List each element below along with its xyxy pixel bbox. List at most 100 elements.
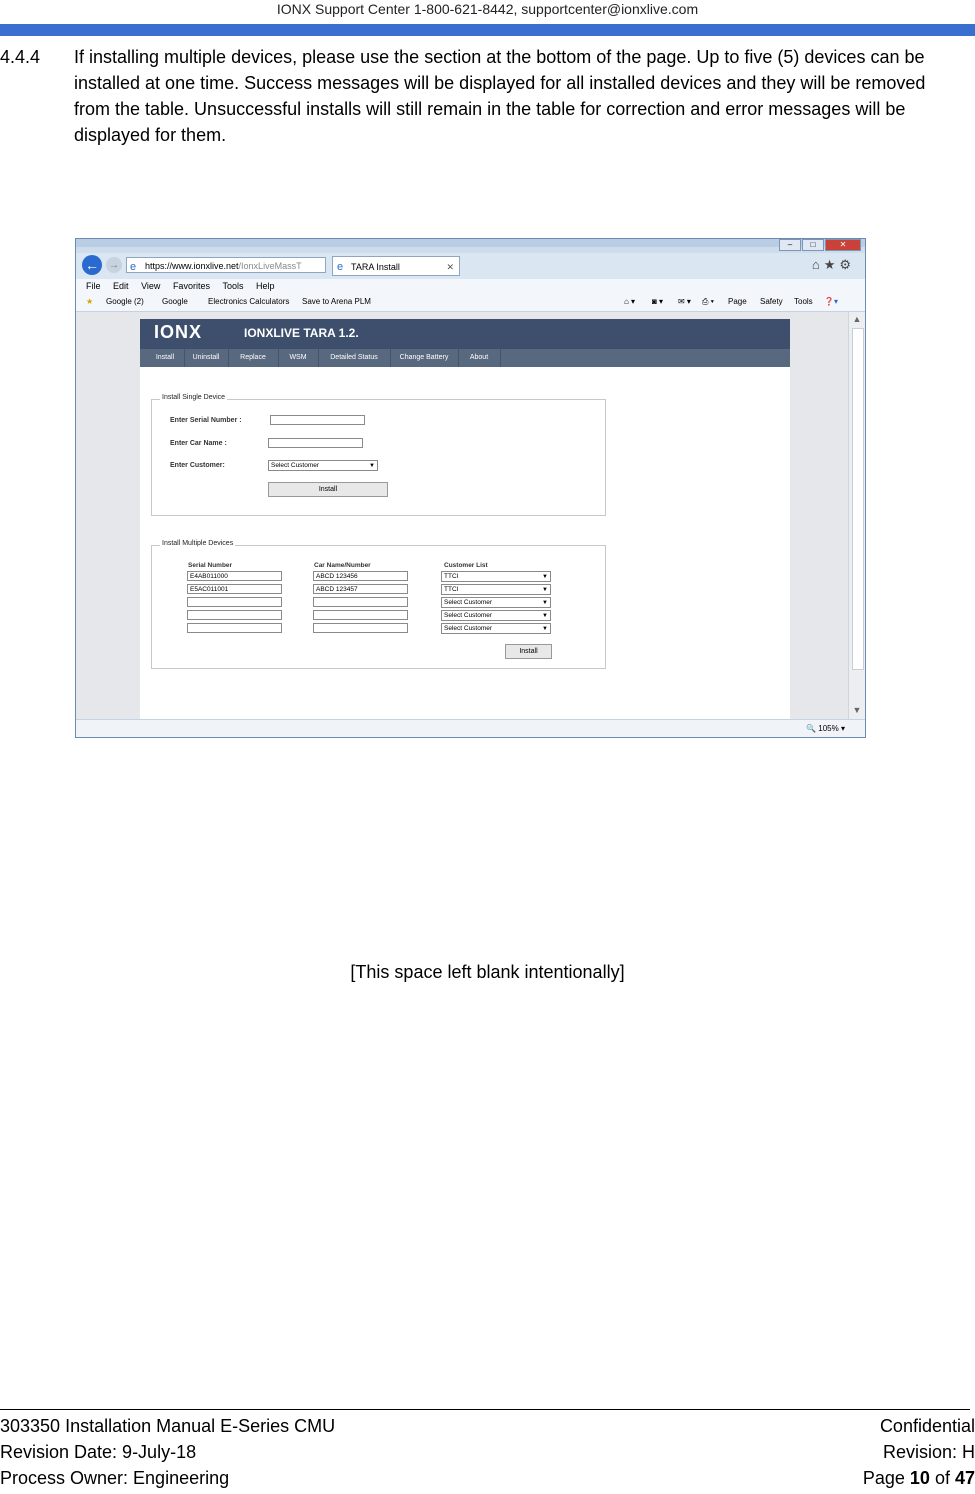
star-icon[interactable]: ★: [824, 257, 840, 272]
help-icon[interactable]: ❓▾: [824, 293, 838, 311]
multi-car-input[interactable]: ABCD 123456: [313, 571, 408, 581]
safety-menu[interactable]: Safety: [760, 293, 783, 311]
ie-icon: e: [130, 261, 137, 273]
chevron-down-icon: ▼: [369, 463, 375, 469]
multi-serial-input[interactable]: E5AC011001: [187, 584, 282, 594]
window-titlebar: [76, 239, 865, 247]
mail-icon[interactable]: ✉ ▾: [678, 293, 691, 311]
scroll-thumb[interactable]: [852, 328, 864, 670]
install-multiple-button[interactable]: Install: [505, 644, 552, 659]
fav-google-2[interactable]: Google (2): [106, 293, 144, 311]
vertical-scrollbar[interactable]: ▲ ▼: [848, 312, 865, 719]
toolbar-icons: ⌂★⚙: [812, 257, 855, 273]
multi-serial-input[interactable]: [187, 623, 282, 633]
col-serial-number: Serial Number: [188, 562, 233, 569]
car-label: Enter Car Name :: [170, 440, 227, 447]
zoom-value: 105%: [818, 724, 839, 733]
app-tabs: Install Uninstall Replace WSM Detailed S…: [140, 349, 790, 367]
customer-select-value: Select Customer: [444, 599, 493, 606]
serial-input[interactable]: [270, 415, 365, 425]
footer-doc-title: 303350 Installation Manual E-Series CMU: [0, 1416, 336, 1436]
tools-menu[interactable]: Tools: [794, 293, 813, 311]
install-single-button[interactable]: Install: [268, 482, 388, 497]
scroll-down-icon[interactable]: ▼: [851, 705, 863, 717]
close-icon[interactable]: ✕: [825, 239, 861, 251]
customer-select-value: Select Customer: [444, 612, 493, 619]
serial-label: Enter Serial Number :: [170, 417, 242, 424]
feeds-icon[interactable]: ◙ ▾: [652, 293, 663, 311]
footer-page-number: Page 10 of 47: [863, 1465, 975, 1491]
tab-about[interactable]: About: [458, 349, 501, 367]
footer-rule: [0, 1409, 970, 1410]
customer-select-value: TTCI: [444, 573, 459, 580]
menu-tools[interactable]: Tools: [222, 281, 243, 291]
menu-favorites[interactable]: Favorites: [173, 281, 210, 291]
tab-install[interactable]: Install: [146, 349, 185, 367]
zoom-level[interactable]: 🔍 105% ▾: [806, 720, 845, 737]
url-path: /IonxLiveMassT: [238, 261, 302, 271]
page-menu[interactable]: Page: [728, 293, 747, 311]
home-icon[interactable]: ⌂: [812, 257, 824, 272]
multiple-devices-legend: Install Multiple Devices: [160, 540, 236, 547]
multi-serial-input[interactable]: [187, 610, 282, 620]
footer-revision: Revision: H: [882, 1442, 975, 1462]
ie-icon: e: [337, 261, 344, 273]
multi-car-input[interactable]: [313, 610, 408, 620]
menu-help[interactable]: Help: [256, 281, 275, 291]
back-arrow-icon[interactable]: ←: [82, 255, 102, 275]
menu-view[interactable]: View: [141, 281, 160, 291]
menu-file[interactable]: File: [86, 281, 101, 291]
header-rule: [0, 24, 975, 36]
fav-electronics-calculators[interactable]: Electronics Calculators: [208, 293, 289, 311]
multi-serial-input[interactable]: [187, 597, 282, 607]
tab-detailed-status[interactable]: Detailed Status: [318, 349, 391, 367]
fav-save-to-arena[interactable]: Save to Arena PLM: [302, 293, 371, 311]
tab-change-battery[interactable]: Change Battery: [390, 349, 459, 367]
chevron-down-icon: ▼: [542, 600, 548, 606]
favorites-star-icon[interactable]: ★: [86, 293, 93, 311]
gear-icon[interactable]: ⚙: [839, 257, 855, 272]
address-bar[interactable]: e https://www.ionxlive.net/IonxLiveMassT: [126, 257, 326, 273]
single-device-legend: Install Single Device: [160, 394, 228, 401]
home-icon[interactable]: ⌂ ▾: [624, 293, 635, 311]
multi-customer-select[interactable]: Select Customer ▼: [441, 610, 551, 621]
page-of: of: [929, 1468, 955, 1488]
tab-tara-install[interactable]: e TARA Install ✕: [332, 256, 460, 276]
menu-edit[interactable]: Edit: [113, 281, 129, 291]
tara-app: IONX IONXLIVE TARA 1.2. Install Uninstal…: [140, 319, 790, 719]
multi-car-input[interactable]: [313, 623, 408, 633]
multi-car-input[interactable]: ABCD 123457: [313, 584, 408, 594]
maximize-icon[interactable]: □: [802, 239, 824, 251]
tab-wsm[interactable]: WSM: [278, 349, 319, 367]
app-header: IONX IONXLIVE TARA 1.2.: [140, 319, 790, 349]
page-total: 47: [954, 1468, 975, 1488]
multiple-devices-fieldset: Install Multiple Devices Serial Number C…: [151, 540, 606, 669]
multi-customer-select[interactable]: Select Customer ▼: [441, 597, 551, 608]
scroll-up-icon[interactable]: ▲: [851, 314, 863, 326]
car-input[interactable]: [268, 438, 363, 448]
chevron-down-icon: ▼: [542, 613, 548, 619]
support-header: IONX Support Center 1-800-621-8442, supp…: [276, 1, 699, 17]
footer-confidential: Confidential: [879, 1416, 975, 1436]
chevron-down-icon: ▼: [542, 587, 548, 593]
close-tab-icon[interactable]: ✕: [446, 257, 454, 277]
customer-select[interactable]: Select Customer ▼: [268, 460, 378, 471]
ionx-logo: IONX: [154, 322, 203, 342]
tab-uninstall[interactable]: Uninstall: [184, 349, 229, 367]
forward-arrow-icon[interactable]: →: [106, 257, 122, 273]
blank-space-note: [This space left blank intentionally]: [350, 962, 625, 982]
print-icon[interactable]: ⎙ ▾: [702, 293, 714, 311]
multi-serial-input[interactable]: E4AB011000: [187, 571, 282, 581]
page-current: 10: [909, 1468, 930, 1488]
multi-car-input[interactable]: [313, 597, 408, 607]
customer-select-value: Select Customer: [444, 625, 493, 632]
multi-customer-select[interactable]: Select Customer ▼: [441, 623, 551, 634]
col-customer-list: Customer List: [444, 562, 488, 569]
minimize-icon[interactable]: –: [779, 239, 801, 251]
customer-select-value: TTCI: [444, 586, 459, 593]
tab-replace[interactable]: Replace: [228, 349, 279, 367]
fav-google[interactable]: Google: [162, 293, 188, 311]
multi-customer-select[interactable]: TTCI ▼: [441, 571, 551, 582]
multi-customer-select[interactable]: TTCI ▼: [441, 584, 551, 595]
window-controls: – □ ✕: [779, 239, 861, 251]
